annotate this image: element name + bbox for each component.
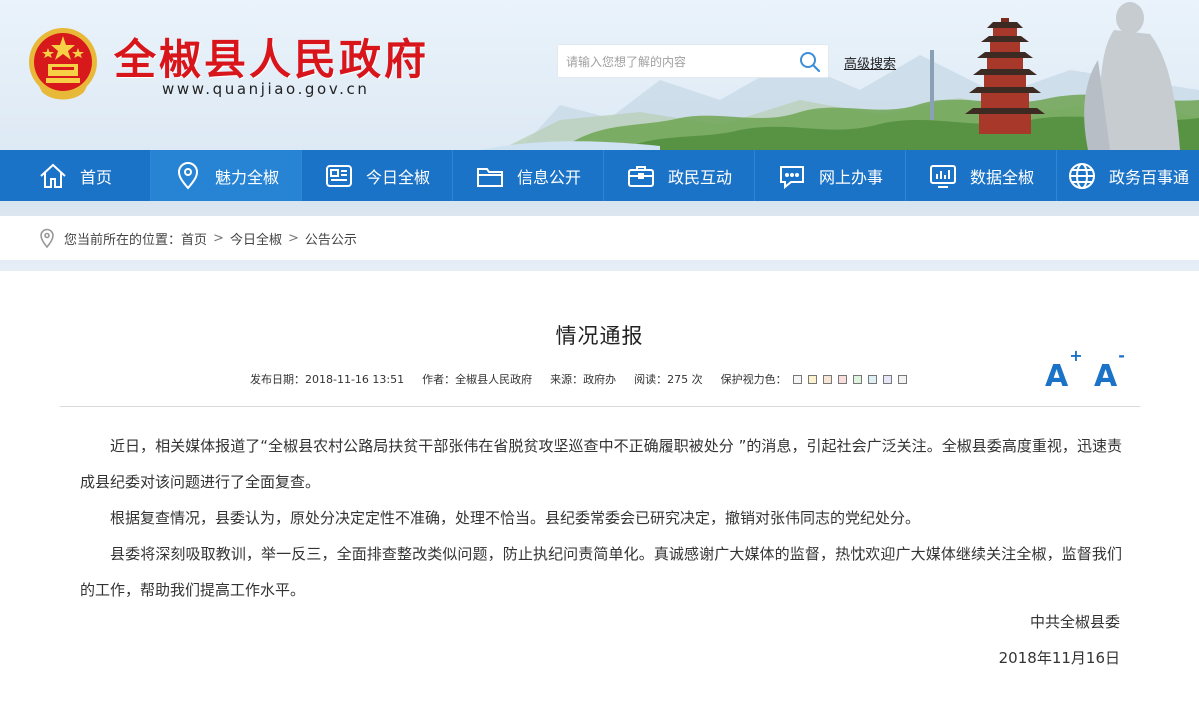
eye-care-swatch-5[interactable] (867, 374, 877, 384)
nav-charm-quanjiao[interactable]: 魅力全椒 (151, 150, 302, 201)
chart-icon (929, 164, 956, 188)
article-title: 情况通报 (555, 324, 644, 348)
main-nav: 首页 魅力全椒 今日全椒 信息公开 政民互动 网上办事 数据全椒 政务百事通 (0, 150, 1199, 201)
location-pin-icon (40, 228, 54, 248)
breadcrumb-home[interactable]: 首页 (181, 229, 207, 248)
nav-info-disclosure[interactable]: 信息公开 (453, 150, 604, 201)
eye-care-swatches (787, 374, 907, 384)
home-icon (40, 163, 66, 188)
nav-label: 网上办事 (818, 167, 883, 187)
font-smaller-letter: A (1094, 359, 1118, 394)
publish-date: 发布日期：2018-11-16 13:51 (250, 373, 405, 386)
nav-data-quanjiao[interactable]: 数据全椒 (906, 150, 1057, 201)
eye-care-swatch-3[interactable] (837, 374, 847, 384)
article-date: 2018年11月16日 (998, 649, 1120, 667)
eye-care-swatch-0[interactable] (792, 374, 802, 384)
font-larger-sign: + (1069, 346, 1083, 365)
paragraph: 县委将深刻吸取教训，举一反三，全面排查整改类似问题，防止执纪问责简单化。真诚感谢… (80, 545, 1122, 599)
location-pin-icon (177, 161, 198, 190)
read-count: 阅读：275 次 (634, 373, 703, 386)
article-signoff: 中共全椒县委 (1029, 613, 1120, 631)
nav-label: 首页 (79, 167, 112, 187)
nav-today-quanjiao[interactable]: 今日全椒 (302, 150, 453, 201)
nav-label: 魅力全椒 (214, 167, 279, 187)
eye-care-swatch-4[interactable] (852, 374, 862, 384)
nav-label: 今日全椒 (365, 167, 430, 187)
nav-online-services[interactable]: 网上办事 (755, 150, 906, 201)
search-icon[interactable] (798, 50, 822, 74)
nav-label: 信息公开 (516, 167, 581, 187)
font-larger-button[interactable]: A+ (1045, 348, 1083, 394)
article-meta: 发布日期：2018-11-16 13:51 作者：全椒县人民政府 来源：政府办 … (250, 371, 907, 387)
chat-icon (779, 165, 804, 189)
source: 来源：政府办 (550, 373, 617, 386)
eye-care-swatch-6[interactable] (882, 374, 892, 384)
site-url: www.quanjiao.gov.cn (162, 80, 370, 98)
breadcrumb-prefix: 您当前所在的位置： (64, 232, 182, 248)
article-body: 近日，相关媒体报道了“全椒县农村公路局扶贫干部张伟在省脱贫攻坚巡查中不正确履职被… (80, 428, 1122, 608)
nav-label: 政民互动 (667, 167, 732, 187)
national-emblem-icon (29, 28, 97, 100)
nav-interaction[interactable]: 政民互动 (604, 150, 755, 201)
nav-gov-affairs[interactable]: 政务百事通 (1057, 150, 1199, 201)
paragraph: 根据复查情况，县委认为，原处分决定定性不准确，处理不恰当。县纪委常委会已研究决定… (110, 509, 921, 527)
breadcrumb: 您当前所在的位置： 首页 > 今日全椒 > 公告公示 (0, 216, 1199, 260)
eye-care-swatch-1[interactable] (807, 374, 817, 384)
search-box (557, 44, 829, 78)
site-header: 全椒县人民政府 www.quanjiao.gov.cn 高级搜索 (0, 0, 1199, 150)
breadcrumb-announcements[interactable]: 公告公示 (305, 229, 357, 248)
briefcase-icon (627, 165, 654, 187)
paragraph: 近日，相关媒体报道了“全椒县农村公路局扶贫干部张伟在省脱贫攻坚巡查中不正确履职被… (80, 437, 1122, 491)
search-input[interactable] (566, 52, 786, 72)
nav-label: 数据全椒 (969, 167, 1034, 187)
advanced-search-link[interactable]: 高级搜索 (844, 53, 896, 72)
article-divider (60, 406, 1140, 407)
nav-home[interactable]: 首页 (0, 150, 151, 201)
breadcrumb-separator: > (287, 230, 299, 246)
site-title: 全椒县人民政府 (114, 35, 430, 84)
font-smaller-button[interactable]: A- (1094, 348, 1125, 394)
eye-care-swatch-7[interactable] (897, 374, 907, 384)
author: 作者：全椒县人民政府 (422, 373, 533, 386)
breadcrumb-separator: > (213, 230, 224, 246)
news-icon (325, 164, 352, 187)
nav-label: 政务百事通 (1108, 167, 1189, 187)
eye-care-swatch-2[interactable] (822, 374, 832, 384)
eye-care-label: 保护视力色： (720, 373, 787, 386)
breadcrumb-today-quanjiao[interactable]: 今日全椒 (230, 229, 282, 248)
font-larger-letter: A (1045, 359, 1069, 394)
folder-icon (476, 167, 503, 187)
font-smaller-sign: - (1118, 346, 1125, 365)
globe-icon (1068, 162, 1095, 189)
